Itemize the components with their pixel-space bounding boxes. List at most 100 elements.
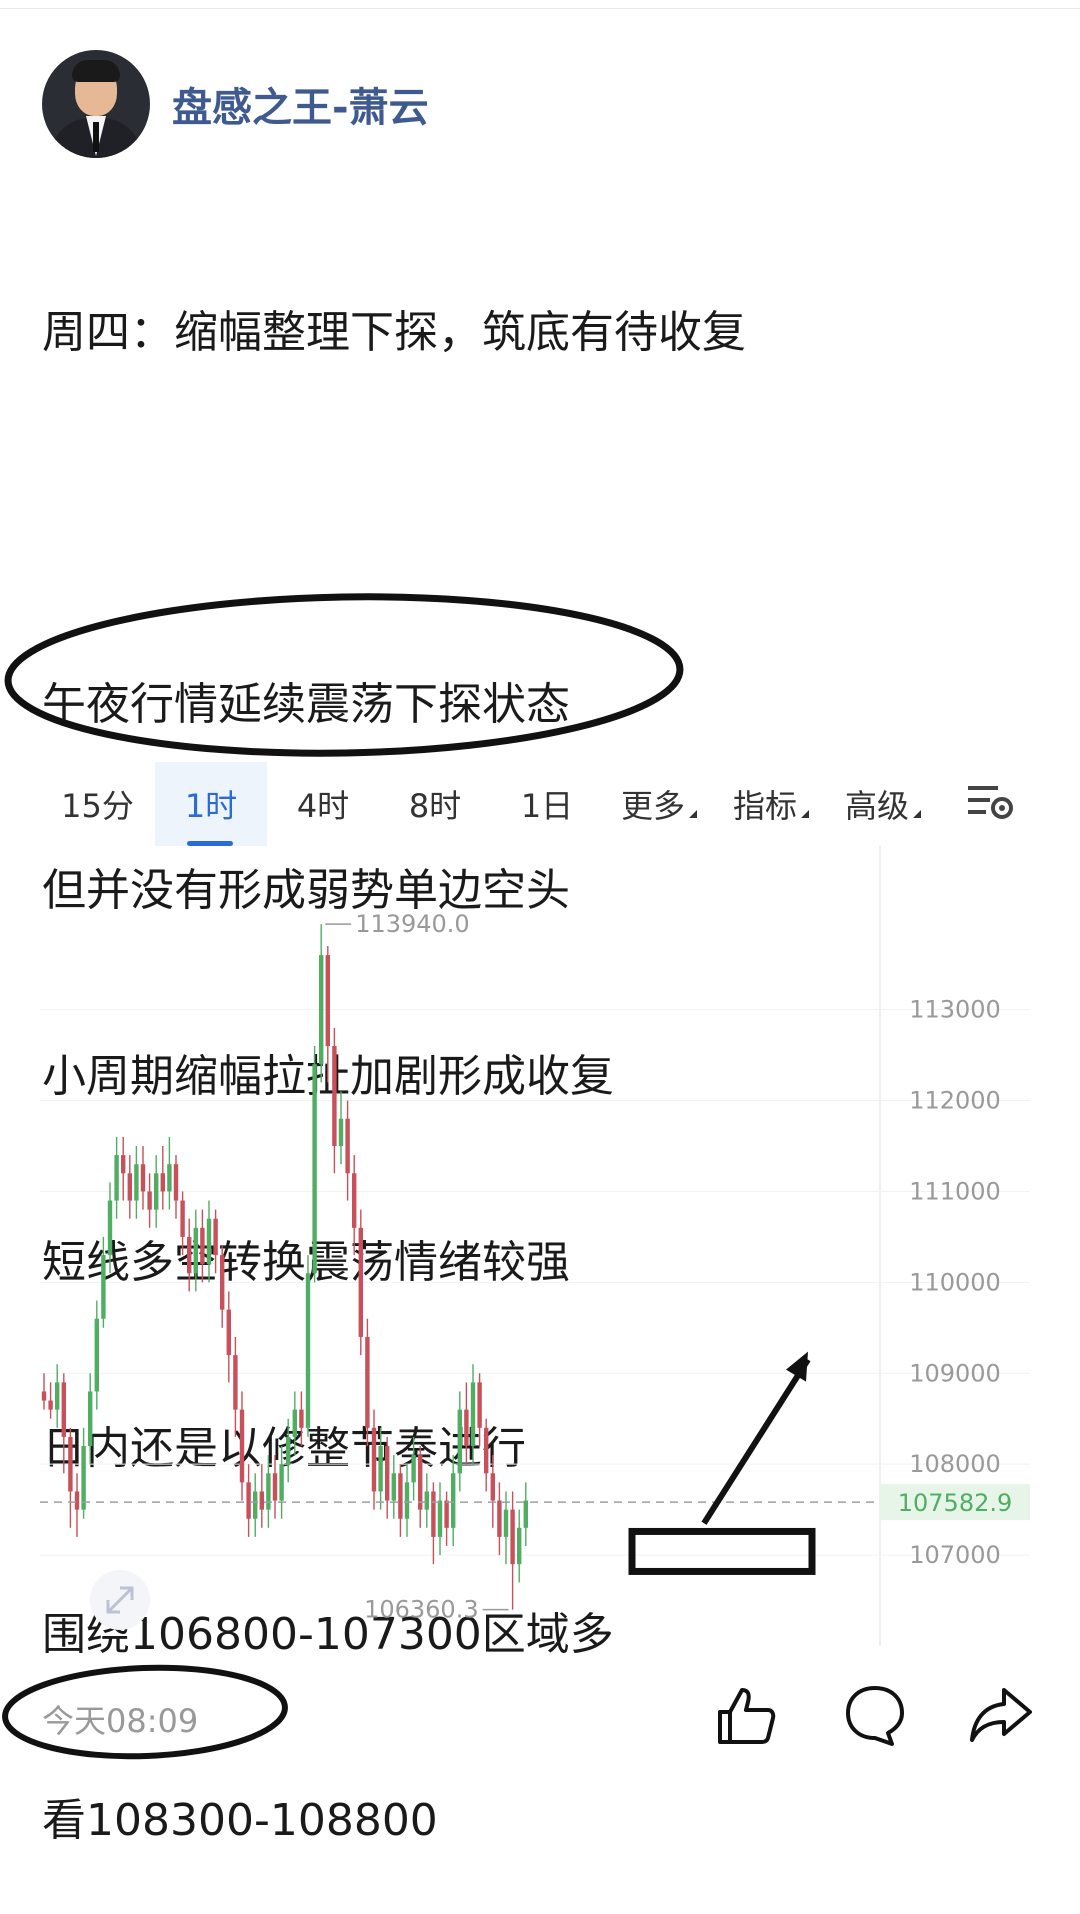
candle-body [457,1409,462,1474]
candle-body [523,1500,528,1528]
candle-body [68,1436,73,1492]
candle-body [464,1409,469,1446]
candle-body [167,1164,172,1192]
candle-body [510,1509,515,1565]
candle-body [312,1064,317,1274]
candle-body [200,1227,205,1265]
candle-body [338,1118,344,1146]
comment-icon[interactable] [842,1682,908,1748]
candle-body [107,1200,113,1256]
candle-body [286,1436,291,1465]
candle-body [451,1473,456,1528]
candle-body [88,1391,93,1446]
candle-body [81,1446,86,1510]
candle-body [325,955,330,1046]
post-line: 周四：缩幅整理下探，筑底有待收复 [42,307,746,358]
candle-body [299,1409,304,1428]
tab-8h[interactable]: 8时 [379,762,491,846]
candle-body [259,1491,264,1510]
candle-body [424,1491,429,1510]
candle-body [187,1236,192,1274]
chart-settings-icon[interactable] [966,782,1014,822]
candle-body [180,1200,185,1237]
tab-more[interactable]: 更多 [603,762,715,846]
low-label: 106360.3 [364,1596,479,1624]
annotation-arrow [701,1358,811,1525]
candle-body [121,1155,126,1174]
candle-body [484,1427,489,1474]
tab-1d[interactable]: 1日 [491,762,603,846]
candle-body [272,1473,278,1501]
candle-body [319,955,324,1065]
candle-body [147,1191,152,1210]
author-row[interactable]: 盘感之王-萧云 [42,50,429,158]
candle-body [517,1527,522,1565]
candle-body [345,1118,350,1174]
y-tick-label: 110000 [909,1268,1001,1296]
candle-body [490,1473,495,1501]
candle-body [213,1218,218,1256]
y-tick-label: 112000 [909,1087,1001,1115]
tab-1h[interactable]: 1时 [155,762,267,846]
y-tick-label: 113000 [909,996,1001,1024]
y-tick-label: 111000 [909,1177,1001,1205]
dropdown-corner-icon [689,810,697,818]
candle-body [206,1218,212,1265]
candle-body [173,1164,179,1201]
candle-body [48,1400,53,1410]
candle-body [154,1173,159,1210]
post-line [42,488,746,550]
candle-body [127,1173,132,1201]
candle-body [305,1273,311,1428]
candle-body [503,1509,509,1537]
candle-body [253,1491,258,1519]
tab-advanced[interactable]: 高级 [827,762,939,846]
candle-body [404,1482,410,1519]
candle-body [266,1473,271,1510]
candle-body [371,1427,377,1492]
candle-body [140,1164,146,1192]
candle-body [385,1446,390,1501]
candle-body [477,1382,482,1428]
candle-body [358,1227,363,1337]
like-icon[interactable] [712,1682,778,1748]
dropdown-corner-icon [801,810,809,818]
candle-body [233,1355,238,1410]
candle-body [292,1409,297,1437]
y-tick-label: 109000 [909,1359,1001,1387]
candle-body [391,1473,396,1501]
post-line: 午夜行情延续震荡下探状态 [42,679,570,730]
candle-body [160,1173,165,1192]
dropdown-corner-icon [913,810,921,818]
action-bar [0,1682,1080,1761]
candle-body [352,1173,357,1228]
avatar[interactable] [42,50,150,158]
tab-4h[interactable]: 4时 [267,762,379,846]
annotation-box [628,1527,816,1575]
candle-body [497,1500,502,1537]
y-tick-label: 108000 [909,1450,1001,1478]
candle-body [101,1255,106,1319]
candle-body [398,1473,403,1519]
tab-15m[interactable]: 15分 [40,762,155,846]
candle-body [193,1227,198,1274]
candle-body [94,1318,99,1392]
post-line: 看108300-108800 [42,1795,438,1846]
candle-body [444,1500,449,1528]
candlestick-chart[interactable]: 107000 108000 109000 110000 111000 112000 1130… [40,846,1040,1676]
y-tick-label: 107000 [909,1541,1001,1569]
candle-body [41,1391,47,1401]
candle-body [226,1309,231,1356]
timeframe-tabs: 15分 1时 4时 8时 1日 更多 指标 高级 [40,762,1020,846]
author-name[interactable]: 盘感之王-萧云 [172,75,429,133]
top-divider [0,8,1080,9]
candle-body [246,1482,251,1519]
share-icon[interactable] [968,1682,1034,1748]
candle-body [378,1446,383,1492]
tab-indicators[interactable]: 指标 [715,762,827,846]
candle-body [61,1382,66,1437]
expand-icon[interactable] [90,1570,150,1630]
high-label: 113940.0 [355,910,470,938]
candle-body [114,1155,119,1201]
candle-body [470,1382,476,1446]
